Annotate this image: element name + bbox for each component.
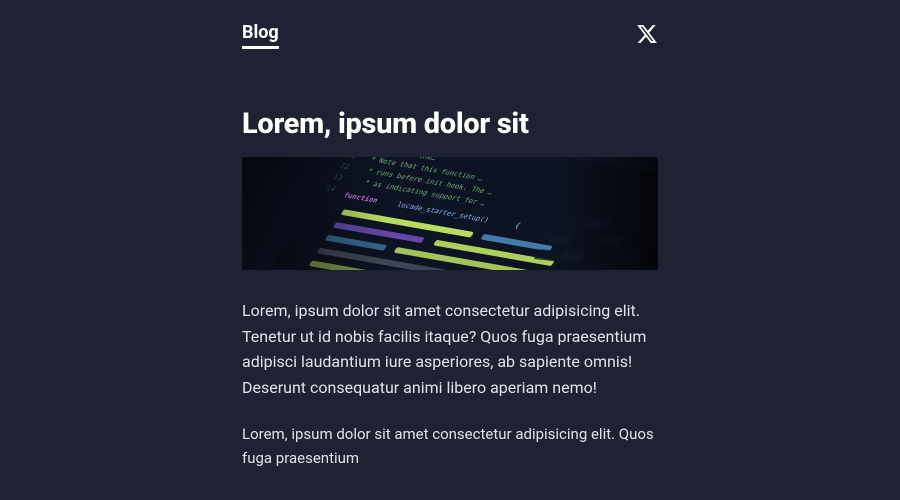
blog-link[interactable]: Blog — [242, 22, 279, 49]
article-paragraph: Lorem, ipsum dolor sit amet consectetur … — [242, 422, 658, 470]
article-title: Lorem, ipsum dolor sit — [242, 107, 658, 141]
page-container: Blog Lorem, ipsum dolor sit — [242, 0, 658, 470]
blog-article: Lorem, ipsum dolor sit — [242, 107, 658, 470]
article-paragraph: Lorem, ipsum dolor sit amet consectetur … — [242, 298, 658, 400]
hero-image: 9 10 11 12 13 14 if ( … * Sets up the… *… — [242, 157, 658, 270]
top-nav: Blog — [242, 22, 658, 49]
twitter-x-link[interactable] — [636, 23, 658, 49]
twitter-x-icon — [636, 23, 658, 49]
